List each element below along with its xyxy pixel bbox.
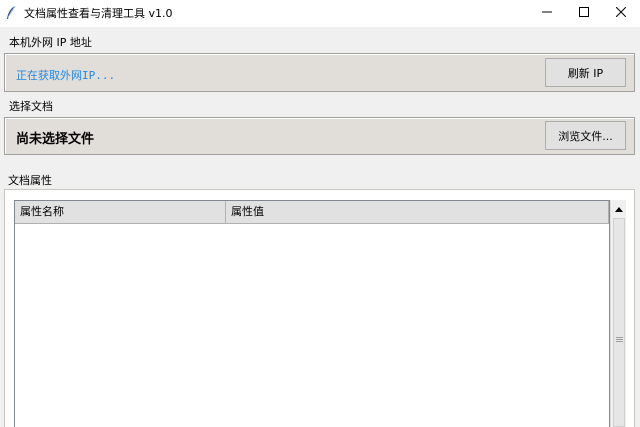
- maximize-icon: [579, 7, 589, 20]
- properties-section-label: 文档属性: [8, 174, 52, 187]
- properties-table[interactable]: 属性名称 属性值: [14, 200, 610, 427]
- window-title: 文档属性查看与清理工具 v1.0: [24, 7, 173, 20]
- properties-label-bar: [4, 172, 635, 190]
- vertical-scrollbar[interactable]: [610, 200, 626, 427]
- column-header-value[interactable]: 属性值: [226, 201, 609, 224]
- scroll-up-button[interactable]: [611, 200, 627, 216]
- maximize-button[interactable]: [565, 0, 603, 27]
- browse-file-button[interactable]: 浏览文件...: [545, 121, 626, 150]
- file-section-label: 选择文档: [9, 100, 53, 113]
- refresh-ip-button[interactable]: 刷新 IP: [545, 58, 626, 87]
- arrow-up-icon: [615, 202, 623, 215]
- column-header-name[interactable]: 属性名称: [15, 201, 226, 224]
- table-header: 属性名称 属性值: [15, 201, 609, 224]
- ip-status-text: 正在获取外网IP...: [16, 69, 116, 82]
- title-bar[interactable]: 文档属性查看与清理工具 v1.0: [0, 0, 640, 27]
- close-button[interactable]: [602, 0, 640, 27]
- ip-section-label: 本机外网 IP 地址: [9, 36, 92, 49]
- minimize-icon: [542, 7, 552, 20]
- close-icon: [615, 6, 627, 20]
- file-status-text: 尚未选择文件: [16, 132, 95, 147]
- scroll-thumb[interactable]: [613, 218, 625, 427]
- minimize-button[interactable]: [528, 0, 566, 27]
- ip-group: 正在获取外网IP... 刷新 IP: [4, 53, 635, 92]
- feather-icon: [5, 5, 17, 21]
- file-group: 尚未选择文件 浏览文件...: [4, 117, 635, 155]
